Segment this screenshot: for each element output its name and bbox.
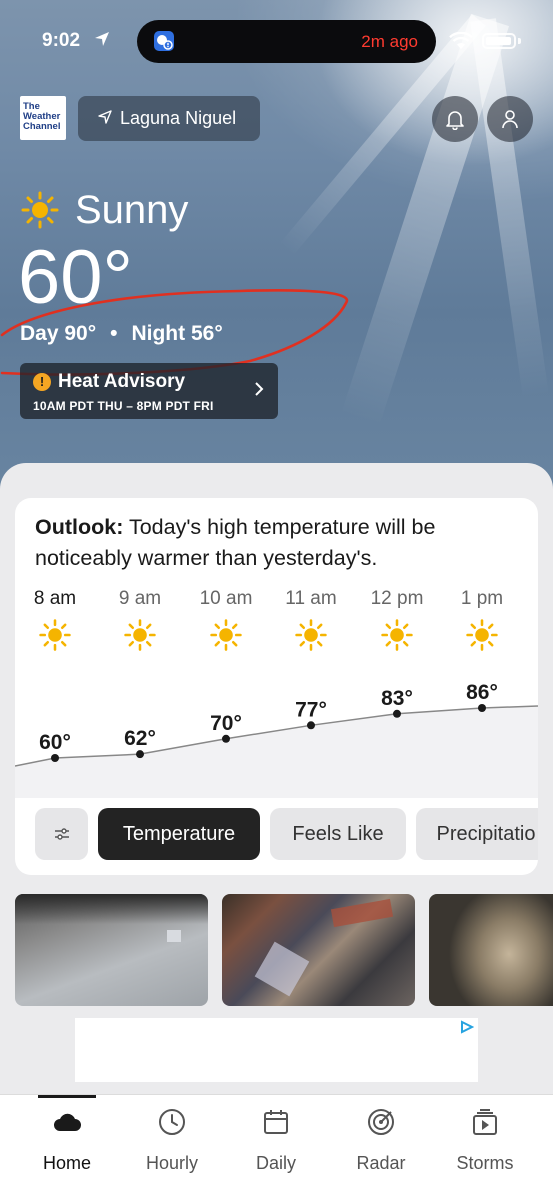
location-arrow-outline-icon	[98, 110, 112, 124]
ad-choices-icon[interactable]	[460, 1020, 474, 1034]
tab-storms[interactable]: Storms	[435, 1107, 535, 1174]
video-thumbnail-1[interactable]	[15, 894, 208, 1006]
user-icon	[502, 110, 518, 129]
cloud-icon	[54, 1113, 81, 1131]
calendar-icon	[264, 1110, 288, 1134]
active-tab-indicator	[38, 1095, 96, 1098]
chevron-right-icon	[255, 382, 264, 396]
notifications-button[interactable]	[432, 96, 478, 142]
location-label: Laguna Niguel	[120, 108, 237, 128]
sun-icon	[381, 619, 413, 651]
hour-label: 12 pm	[370, 588, 424, 609]
hour-label: 1 pm	[460, 588, 504, 609]
sun-icon	[295, 619, 327, 651]
sun-icon	[21, 191, 59, 229]
temp-point	[393, 709, 401, 718]
temp-value-label: 62°	[124, 727, 156, 750]
video-thumbnail-2[interactable]	[222, 894, 415, 1006]
temp-value-label: 60°	[39, 731, 71, 754]
temp-point	[222, 734, 230, 743]
advertisement-banner[interactable]	[75, 1018, 478, 1082]
tab-hourly[interactable]: Hourly	[122, 1107, 222, 1174]
sun-icon	[124, 619, 156, 651]
advisory-title: Heat Advisory	[58, 371, 186, 392]
location-arrow-icon	[95, 32, 109, 46]
wifi-icon	[449, 32, 473, 49]
status-time: 9:02	[42, 30, 81, 51]
weather-channel-logo[interactable]: The Weather Channel	[20, 96, 66, 140]
temp-value-label: 77°	[295, 698, 327, 721]
dynamic-island[interactable]: 2m ago	[137, 20, 436, 63]
app-alert-icon	[154, 31, 174, 51]
sun-icon	[210, 619, 242, 651]
battery-icon	[482, 33, 516, 49]
condition-text: Sunny	[75, 188, 189, 232]
temp-point	[136, 750, 144, 759]
temp-point	[307, 721, 315, 730]
temperature-line-chart: 60° 62° 70° 77° 83° 86°	[15, 681, 538, 798]
bottom-tab-bar: Home Hourly Daily Radar Storms	[0, 1094, 553, 1200]
sliders-icon	[54, 828, 69, 840]
video-icon	[473, 1109, 497, 1135]
tab-radar[interactable]: Radar	[331, 1107, 431, 1174]
profile-button[interactable]	[487, 96, 533, 142]
outlook-label: Outlook:	[35, 515, 124, 539]
advisory-time: 10AM PDT THU – 8PM PDT FRI	[33, 399, 214, 413]
tab-daily[interactable]: Daily	[226, 1107, 326, 1174]
hour-label: 10 am	[199, 588, 253, 609]
temp-value-label: 86°	[466, 681, 498, 704]
temp-point	[478, 704, 486, 712]
temp-value-label: 83°	[381, 687, 413, 710]
radar-icon	[368, 1109, 394, 1135]
chart-area	[15, 706, 538, 798]
temperature-filter[interactable]: Temperature	[98, 808, 260, 860]
chart-settings-button[interactable]	[35, 808, 88, 860]
clock-icon	[159, 1109, 185, 1135]
tab-home[interactable]: Home	[17, 1107, 117, 1174]
heat-advisory-banner[interactable]: ! Heat Advisory 10AM PDT THU – 8PM PDT F…	[20, 363, 278, 419]
precipitation-filter[interactable]: Precipitatio	[416, 808, 538, 860]
sun-icon	[466, 619, 498, 651]
hour-label: 11 am	[285, 588, 337, 609]
temp-value-label: 70°	[210, 712, 242, 735]
status-bar: 9:02 2m ago	[0, 20, 553, 64]
outlook-text: Outlook: Today's high temperature will b…	[35, 512, 515, 574]
temp-point	[51, 754, 59, 762]
bell-icon	[446, 111, 464, 130]
hour-label: 8 am	[33, 588, 77, 609]
location-button[interactable]: Laguna Niguel	[78, 96, 260, 141]
hourly-outlook-card: Outlook: Today's high temperature will b…	[15, 498, 538, 875]
sun-icon	[39, 619, 71, 651]
video-thumbnail-3[interactable]	[429, 894, 553, 1006]
hour-label: 9 am	[118, 588, 162, 609]
island-timestamp: 2m ago	[361, 32, 418, 51]
warning-icon: !	[33, 373, 51, 391]
feels-like-filter[interactable]: Feels Like	[270, 808, 406, 860]
